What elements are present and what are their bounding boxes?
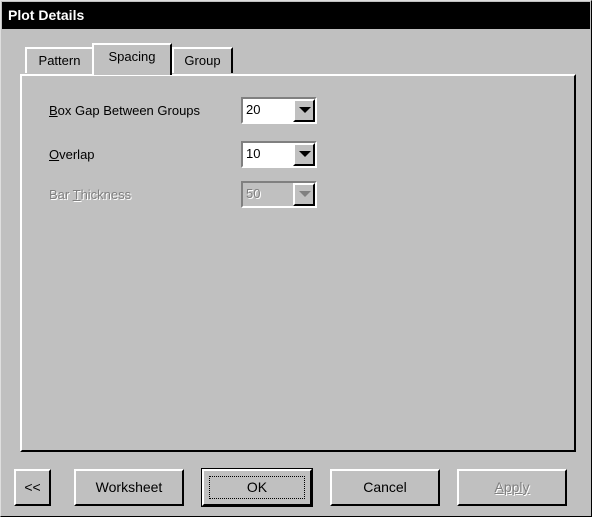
bar-thickness-label: Bar Thickness: [49, 187, 132, 202]
bar-thickness-combo: 50: [241, 181, 317, 208]
window-title: Plot Details: [2, 2, 590, 29]
spacing-tab-page: [20, 74, 576, 452]
overlap-combo[interactable]: 10: [241, 141, 317, 168]
box-gap-combo[interactable]: 20: [241, 97, 317, 124]
bar-thickness-value: 50: [246, 186, 261, 201]
overlap-dropdown-button[interactable]: [293, 143, 315, 166]
overlap-label: Overlap: [49, 147, 95, 162]
ok-button[interactable]: OK: [201, 468, 313, 507]
tab-group[interactable]: Group: [172, 47, 233, 73]
worksheet-button[interactable]: Worksheet: [74, 469, 184, 506]
bar-thickness-dropdown-button: [293, 183, 315, 206]
tab-spacing[interactable]: Spacing: [92, 43, 172, 75]
overlap-value: 10: [246, 146, 261, 161]
chevron-down-icon: [299, 107, 311, 113]
box-gap-value: 20: [246, 102, 261, 117]
back-button[interactable]: <<: [14, 469, 51, 506]
chevron-down-icon: [299, 191, 311, 197]
plot-details-dialog: Plot Details Pattern Spacing Group Box G…: [0, 0, 592, 517]
cancel-button[interactable]: Cancel: [330, 469, 440, 506]
box-gap-label: Box Gap Between Groups: [49, 103, 201, 118]
box-gap-dropdown-button[interactable]: [293, 99, 315, 122]
chevron-down-icon: [299, 151, 311, 157]
tab-pattern[interactable]: Pattern: [25, 47, 94, 73]
apply-button: Apply: [457, 469, 567, 506]
